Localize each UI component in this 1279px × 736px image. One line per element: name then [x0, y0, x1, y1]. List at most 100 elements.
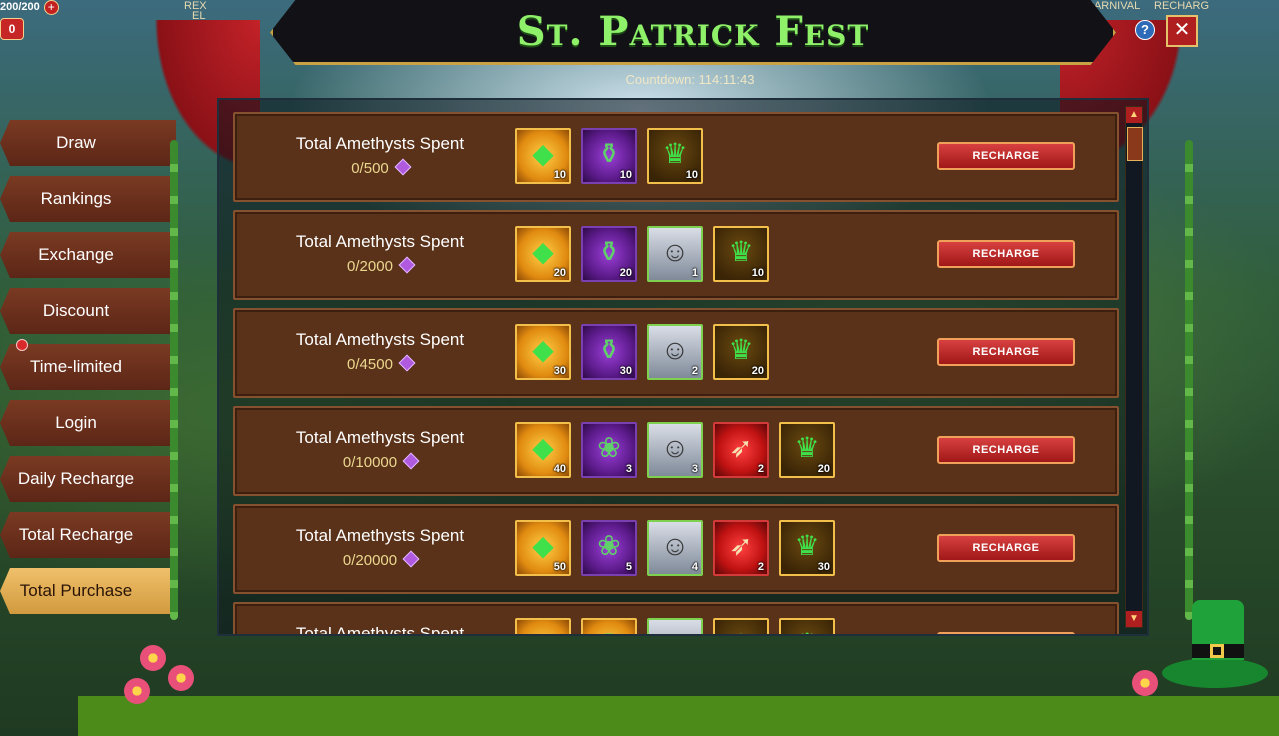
reward-quantity: 10 — [685, 169, 698, 181]
reward-item[interactable]: ☺ 1 — [647, 226, 703, 282]
tier-title: Total Amethysts Spent — [295, 330, 465, 349]
tier-row: Total Amethysts Spent 0/4500 ◆ 30 ⚱ 30 ☺ 2 ♛ 20 RE… — [233, 308, 1119, 398]
recharge-button[interactable]: RECHARGE — [937, 240, 1075, 268]
reward-quantity: 10 — [619, 169, 632, 181]
reward-item[interactable]: ♛ 20 — [779, 422, 835, 478]
reward-list: ◆ ⚱ ☺ ★ ♛ — [515, 618, 835, 634]
blue-flower-icon: ❀ — [597, 530, 621, 561]
crystal-crown-icon: ♛ — [794, 432, 820, 463]
scroll-up-arrow-icon[interactable]: ▲ — [1126, 107, 1142, 123]
crystal-crown-icon: ♛ — [781, 624, 833, 634]
tab-exchange[interactable]: Exchange — [0, 232, 176, 278]
reward-item[interactable]: ★ — [713, 618, 769, 634]
reward-item[interactable]: ♛ — [779, 618, 835, 634]
tab-daily-recharge[interactable]: Daily Recharge — [0, 456, 176, 502]
flower-icon — [140, 645, 166, 671]
reward-quantity: 5 — [625, 561, 632, 573]
crystal-crown-icon: ♛ — [728, 236, 754, 267]
reward-list: ◆ 50 ❀ 5 ☺ 4 ➶ 2 ♛ 30 — [515, 520, 835, 580]
tab-label: Daily Recharge — [17, 469, 135, 488]
tier-title: Total Amethysts Spent — [295, 428, 465, 447]
reward-quantity: 4 — [691, 561, 698, 573]
scroll-thumb[interactable] — [1127, 127, 1143, 161]
green-gem-icon: ◆ — [517, 624, 569, 634]
reward-item[interactable]: ♛ 30 — [779, 520, 835, 576]
reward-item[interactable]: ☺ 3 — [647, 422, 703, 478]
reward-item[interactable]: ⚱ 10 — [581, 128, 637, 184]
reward-quantity: 2 — [691, 365, 698, 377]
reward-item[interactable]: ♛ 10 — [713, 226, 769, 282]
reward-list: ◆ 10 ⚱ 10 ♛ 10 — [515, 128, 703, 188]
scroll-down-arrow-icon[interactable]: ▼ — [1126, 611, 1142, 627]
tab-total-recharge[interactable]: Total Recharge — [0, 512, 176, 558]
tab-login[interactable]: Login — [0, 400, 176, 446]
amethyst-icon — [402, 550, 420, 568]
recharge-button[interactable]: RECHARGE — [937, 436, 1075, 464]
help-button[interactable]: ? — [1135, 20, 1155, 40]
tab-rankings[interactable]: Rankings — [0, 176, 176, 222]
green-gem-icon: ◆ — [532, 236, 554, 267]
hud-label-recharge[interactable]: RECHARG — [1154, 0, 1209, 12]
reward-item[interactable]: ◆ 20 — [515, 226, 571, 282]
reward-item[interactable]: ➶ 2 — [713, 520, 769, 576]
reward-item[interactable]: ◆ 30 — [515, 324, 571, 380]
tab-label: Exchange — [38, 245, 114, 264]
reward-item[interactable]: ♛ 20 — [713, 324, 769, 380]
reward-item[interactable]: ❀ 3 — [581, 422, 637, 478]
tier-row: Total Amethysts Spent 0/20000 ◆ 50 ❀ 5 ☺ 4 ➶ 2 ♛ 30… — [233, 504, 1119, 594]
reward-quantity: 30 — [619, 365, 632, 377]
reward-quantity: 30 — [553, 365, 566, 377]
reward-item[interactable]: ◆ 50 — [515, 520, 571, 576]
recharge-button[interactable]: RECHARGE — [937, 338, 1075, 366]
notification-dot — [16, 339, 28, 351]
tab-label: Total Recharge — [18, 525, 134, 544]
side-tabs: Draw Rankings Exchange Discount Time-lim… — [0, 120, 176, 624]
reward-list: ◆ 30 ⚱ 30 ☺ 2 ♛ 20 — [515, 324, 769, 384]
reward-item[interactable]: ☺ 4 — [647, 520, 703, 576]
recharge-button[interactable]: RECHARGE — [937, 534, 1075, 562]
reward-item[interactable]: ⚱ 30 — [581, 324, 637, 380]
hero-portrait-icon: ☺ — [660, 334, 690, 365]
reward-list: ◆ 20 ⚱ 20 ☺ 1 ♛ 10 — [515, 226, 769, 286]
amethyst-icon — [402, 452, 420, 470]
tab-label: Time-limited — [30, 357, 122, 376]
tab-label: Login — [55, 413, 97, 432]
reward-item[interactable]: ⚱ 20 — [581, 226, 637, 282]
event-title: St. Patrick Fest — [516, 7, 870, 55]
reward-item[interactable]: ◆ 40 — [515, 422, 571, 478]
close-button[interactable]: ✕ — [1166, 15, 1198, 47]
add-stamina-button[interactable]: + — [43, 0, 59, 15]
tier-progress: 0/500 — [265, 158, 495, 177]
reward-item[interactable]: ⚱ — [581, 618, 637, 634]
green-gem-icon: ◆ — [532, 432, 554, 463]
tab-total-purchase[interactable]: Total Purchase — [0, 568, 176, 614]
tab-discount[interactable]: Discount — [0, 288, 176, 334]
tier-progress-value: 0/20000 — [342, 552, 398, 569]
tab-draw[interactable]: Draw — [0, 120, 176, 166]
scrollbar[interactable]: ▲ ▼ — [1125, 106, 1143, 628]
flower-icon — [124, 678, 150, 704]
recharge-button[interactable]: RECHARGE — [937, 632, 1075, 634]
reward-item[interactable]: ◆ — [515, 618, 571, 634]
hero-portrait-icon: ☺ — [660, 432, 690, 463]
hud-left-button[interactable]: 0 — [0, 18, 24, 40]
reward-item[interactable]: ❀ 5 — [581, 520, 637, 576]
reward-item[interactable]: ♛ 10 — [647, 128, 703, 184]
tier-row: Total Amethysts Spent ◆ ⚱ ☺ ★ ♛ RECHARGE — [233, 602, 1119, 634]
reward-item[interactable]: ◆ 10 — [515, 128, 571, 184]
reward-item[interactable]: ☺ 2 — [647, 324, 703, 380]
tab-time-limited[interactable]: Time-limited — [0, 344, 176, 390]
reward-quantity: 3 — [691, 463, 698, 475]
hero-portrait-icon: ☺ — [649, 624, 701, 634]
reward-item[interactable]: ➶ 2 — [713, 422, 769, 478]
tier-title: Total Amethysts Spent — [295, 526, 465, 545]
recharge-button[interactable]: RECHARGE — [937, 142, 1075, 170]
reward-quantity: 20 — [751, 365, 764, 377]
reward-quantity: 1 — [691, 267, 698, 279]
tier-progress-value: 0/500 — [351, 160, 389, 177]
reward-item[interactable]: ☺ — [647, 618, 703, 634]
green-gem-icon: ◆ — [532, 138, 554, 169]
horn-icon: ➶ — [729, 530, 753, 561]
tier-progress: 0/10000 — [265, 452, 495, 471]
tier-title: Total Amethysts Spent — [295, 232, 465, 251]
